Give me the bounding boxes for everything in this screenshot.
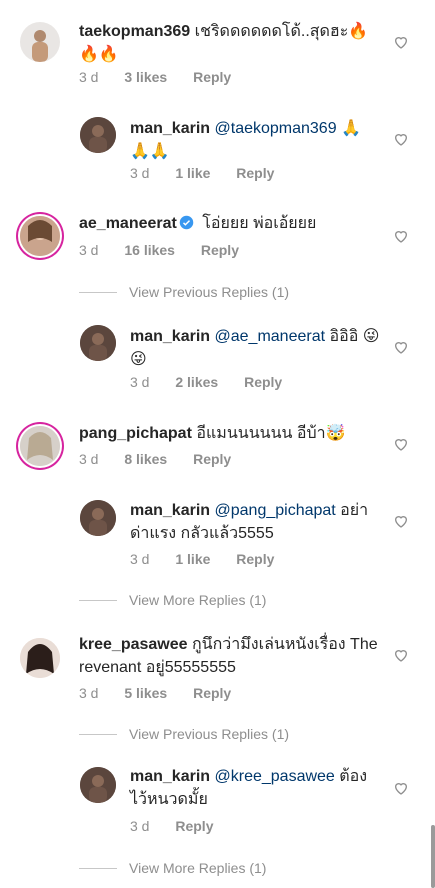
comment-likes[interactable]: 16 likes: [124, 242, 175, 258]
comment-body: โอ่ยยย พ่อเอ้ยยย: [197, 215, 317, 232]
comment-text: pang_pichapat อีแมนนนนนน อีบ้า🤯: [79, 422, 389, 445]
heart-icon[interactable]: [393, 339, 409, 355]
heart-icon[interactable]: [393, 647, 409, 663]
comment-time: 3 d: [79, 451, 99, 467]
scrollbar[interactable]: [431, 825, 435, 888]
reply-button[interactable]: Reply: [193, 451, 231, 467]
comment-likes[interactable]: 1 like: [175, 551, 210, 567]
divider: [79, 867, 117, 869]
view-more-replies[interactable]: View More Replies (1): [79, 592, 266, 608]
comment-likes[interactable]: 1 like: [175, 165, 210, 181]
heart-icon[interactable]: [393, 34, 409, 50]
comment-likes[interactable]: 5 likes: [124, 685, 167, 701]
reply-button[interactable]: Reply: [193, 685, 231, 701]
avatar[interactable]: [20, 216, 60, 256]
reply-button[interactable]: Reply: [236, 551, 274, 567]
comment-time: 3 d: [130, 374, 150, 390]
comment-time: 3 d: [79, 242, 99, 258]
comment-username[interactable]: kree_pasawee: [79, 636, 188, 653]
comment-time: 3 d: [130, 551, 150, 567]
comment-meta: 3 d 1 like Reply: [130, 165, 296, 181]
comment-meta: 3 d Reply: [130, 818, 235, 834]
comment-username[interactable]: man_karin: [130, 502, 210, 519]
comment-text: taekopman369 เชริดดดดดดโด้..สุดฮะ🔥🔥🔥: [79, 20, 379, 66]
mention-link[interactable]: @kree_pasawee: [215, 768, 335, 785]
comment-body: อีแมนนนนนน อีบ้า🤯: [191, 425, 346, 442]
comment-meta: 3 d 5 likes Reply: [79, 685, 253, 701]
reply-button[interactable]: Reply: [244, 374, 282, 390]
heart-icon[interactable]: [393, 131, 409, 147]
mention-link[interactable]: @ae_maneerat: [215, 328, 326, 345]
comment-username[interactable]: taekopman369: [79, 23, 190, 40]
view-replies-label[interactable]: View Previous Replies (1): [129, 284, 289, 300]
view-replies-label[interactable]: View More Replies (1): [129, 592, 266, 608]
comment-time: 3 d: [130, 818, 150, 834]
view-previous-replies[interactable]: View Previous Replies (1): [79, 726, 289, 742]
avatar[interactable]: [80, 117, 116, 153]
comment-likes[interactable]: 8 likes: [124, 451, 167, 467]
view-more-replies[interactable]: View More Replies (1): [79, 860, 266, 876]
avatar[interactable]: [20, 426, 60, 466]
reply-button[interactable]: Reply: [175, 818, 213, 834]
heart-icon[interactable]: [393, 513, 409, 529]
heart-icon[interactable]: [393, 780, 409, 796]
avatar[interactable]: [80, 325, 116, 361]
heart-icon[interactable]: [393, 436, 409, 452]
avatar[interactable]: [80, 500, 116, 536]
comment-text: man_karin @taekopman369 🙏🙏🙏: [130, 117, 380, 163]
comment-username[interactable]: ae_maneerat: [79, 215, 177, 232]
mention-link[interactable]: @pang_pichapat: [215, 502, 336, 519]
comment-likes[interactable]: 3 likes: [124, 69, 167, 85]
comment-meta: 3 d 2 likes Reply: [130, 374, 304, 390]
comment-time: 3 d: [130, 165, 150, 181]
comment-text: man_karin @pang_pichapat อย่าด่าแรง กลัว…: [130, 499, 380, 545]
avatar[interactable]: [20, 638, 60, 678]
comment-meta: 3 d 16 likes Reply: [79, 242, 261, 258]
divider: [79, 733, 117, 735]
comment-meta: 3 d 3 likes Reply: [79, 69, 253, 85]
mention-link[interactable]: @taekopman369: [215, 120, 337, 137]
avatar[interactable]: [80, 767, 116, 803]
comment-username[interactable]: man_karin: [130, 328, 210, 345]
verified-badge-icon: [179, 215, 194, 230]
comment-likes[interactable]: 2 likes: [175, 374, 218, 390]
avatar[interactable]: [20, 22, 60, 62]
comment-time: 3 d: [79, 69, 99, 85]
comment-meta: 3 d 1 like Reply: [130, 551, 296, 567]
view-replies-label[interactable]: View More Replies (1): [129, 860, 266, 876]
comment-text: kree_pasawee กูนึกว่ามึงเล่นหนังเรื่อง T…: [79, 633, 379, 679]
comment-time: 3 d: [79, 685, 99, 701]
reply-button[interactable]: Reply: [201, 242, 239, 258]
comment-meta: 3 d 8 likes Reply: [79, 451, 253, 467]
comment-text: ae_maneerat โอ่ยยย พ่อเอ้ยยย: [79, 212, 389, 235]
divider: [79, 599, 117, 601]
heart-icon[interactable]: [393, 228, 409, 244]
reply-button[interactable]: Reply: [193, 69, 231, 85]
comment-username[interactable]: man_karin: [130, 768, 210, 785]
view-replies-label[interactable]: View Previous Replies (1): [129, 726, 289, 742]
comment-username[interactable]: pang_pichapat: [79, 425, 192, 442]
comment-text: man_karin @kree_pasawee ต้องไว้หนวดมั้ย: [130, 765, 380, 811]
reply-button[interactable]: Reply: [236, 165, 274, 181]
comment-username[interactable]: man_karin: [130, 120, 210, 137]
view-previous-replies[interactable]: View Previous Replies (1): [79, 284, 289, 300]
comment-text: man_karin @ae_maneerat อิอิอิ 😜😜: [130, 325, 380, 371]
divider: [79, 291, 117, 293]
